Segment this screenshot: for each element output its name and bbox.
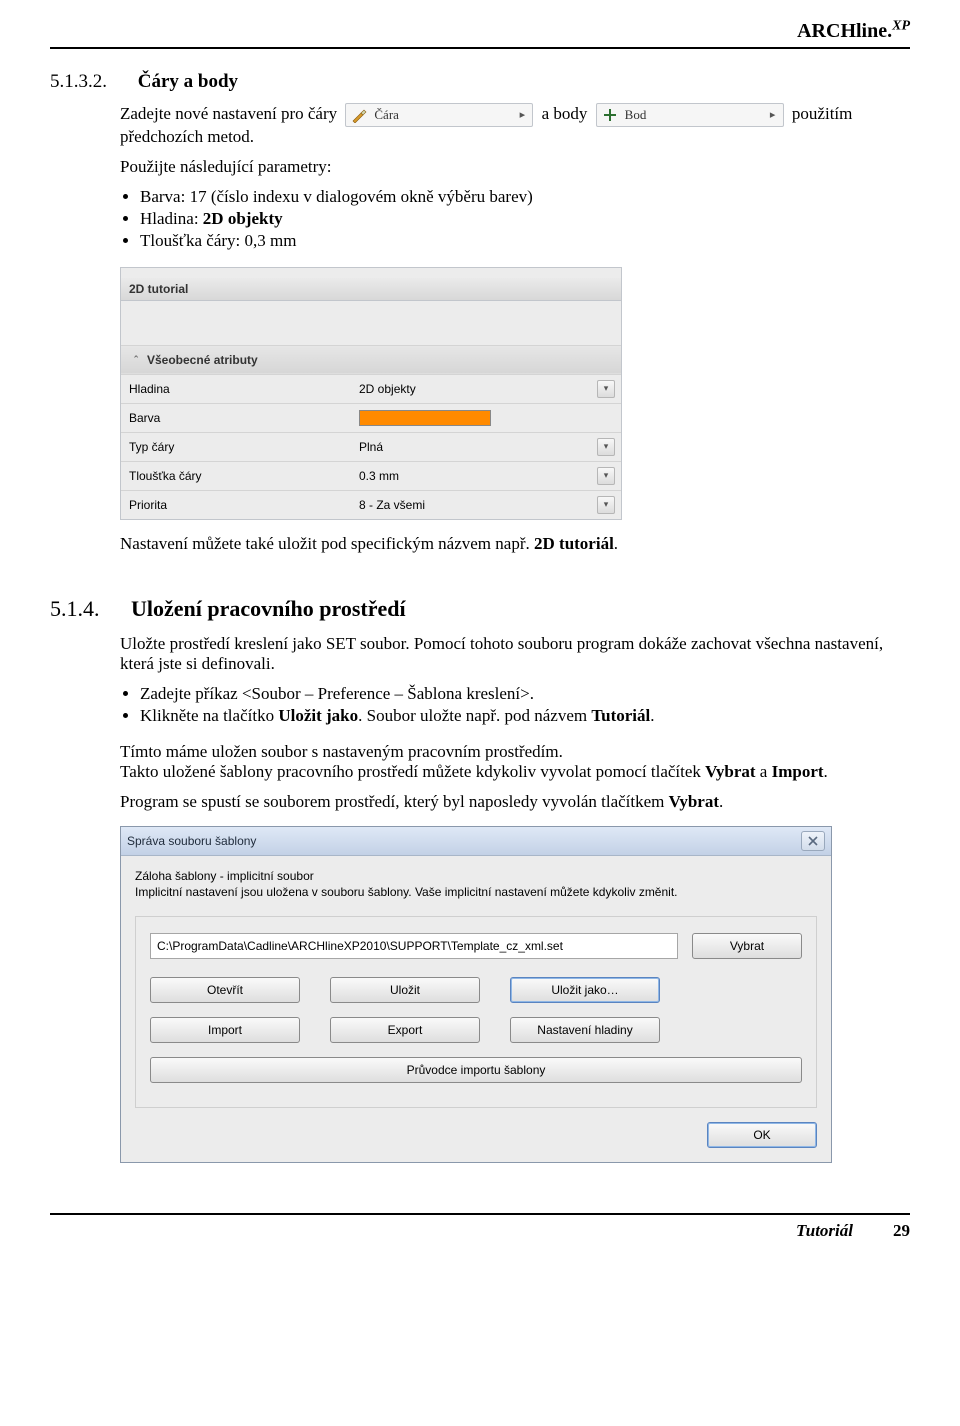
dialog-title: Správa souboru šablony [127, 834, 256, 848]
para-intro-tools: Zadejte nové nastavení pro čáry Čára ▸ a… [120, 103, 910, 147]
section-number: 5.1.4. [50, 596, 100, 621]
pruvodce-importu-button[interactable]: Průvodce importu šablony [150, 1057, 802, 1083]
attr-value: Plná [359, 440, 383, 454]
color-swatch[interactable] [359, 410, 491, 426]
param-color: Barva: 17 (číslo indexu v dialogovém okn… [140, 187, 910, 207]
attr-row-tloustka[interactable]: Tloušťka čáry 0.3 mm ▾ [121, 461, 621, 490]
para-saved-note: Tímto máme uložen soubor s nastaveným pr… [120, 742, 910, 782]
section-title: Uložení pracovního prostředí [131, 596, 406, 621]
template-path-input[interactable] [150, 933, 678, 959]
section-header-label: Všeobecné atributy [147, 353, 258, 367]
brand: ARCHline.XP [797, 20, 910, 42]
attr-label: Typ čáry [121, 432, 351, 461]
bod-toolbar-button[interactable]: Bod ▸ [596, 103, 784, 127]
attr-value: 0.3 mm [359, 469, 399, 483]
attr-row-priorita[interactable]: Priorita 8 - Za všemi ▾ [121, 490, 621, 519]
cara-label: Čára [374, 107, 514, 123]
template-manager-dialog: Správa souboru šablony Záloha šablony - … [120, 826, 832, 1163]
attr-row-typ[interactable]: Typ čáry Plná ▾ [121, 432, 621, 461]
close-icon [808, 836, 818, 846]
brand-sup: XP [892, 18, 910, 33]
attr-value: 8 - Za všemi [359, 498, 425, 512]
para-save-env: Uložte prostředí kreslení jako SET soubo… [120, 634, 910, 674]
dialog-description: Záloha šablony - implicitní soubor Impli… [135, 868, 817, 900]
close-button[interactable] [801, 831, 825, 851]
page-header: ARCHline.XP [50, 0, 910, 49]
dropdown-icon: ▸ [765, 108, 781, 121]
para-use-params: Použijte následující parametry: [120, 157, 910, 177]
step-save-as: Klikněte na tlačítko Uložit jako. Soubor… [140, 706, 910, 726]
section-number: 5.1.3.2. [50, 71, 107, 92]
para-save-name: Nastavení můžete také uložit pod specifi… [120, 534, 910, 554]
text: Zadejte nové nastavení pro čáry [120, 104, 337, 123]
section-5-1-3-2-title: 5.1.3.2. Čáry a body [50, 71, 910, 93]
nastaveni-hladiny-button[interactable]: Nastavení hladiny [510, 1017, 660, 1043]
attributes-section-header[interactable]: ˆ Všeobecné atributy [121, 345, 621, 374]
section-title: Čáry a body [138, 71, 238, 92]
attr-label: Priorita [121, 490, 351, 519]
dropdown-icon[interactable]: ▾ [597, 438, 615, 456]
plus-icon [601, 106, 619, 124]
import-button[interactable]: Import [150, 1017, 300, 1043]
panel-tab-title: 2D tutorial [121, 278, 621, 301]
vybrat-button[interactable]: Vybrat [692, 933, 802, 959]
para-launch-note: Program se spustí se souborem prostředí,… [120, 792, 910, 812]
param-thickness: Tloušťka čáry: 0,3 mm [140, 231, 910, 251]
collapse-icon: ˆ [129, 355, 143, 367]
attr-label: Barva [121, 403, 351, 432]
dropdown-icon[interactable]: ▾ [597, 467, 615, 485]
ulozit-button[interactable]: Uložit [330, 977, 480, 1003]
section-5-1-4-title: 5.1.4. Uložení pracovního prostředí [50, 596, 910, 622]
steps-list: Zadejte příkaz <Soubor – Preference – Ša… [120, 684, 910, 726]
attributes-panel: 2D tutorial ˆ Všeobecné atributy Hladina … [120, 267, 622, 520]
path-row: Vybrat [150, 933, 802, 959]
bod-label: Bod [625, 107, 765, 123]
footer-title: Tutoriál [796, 1221, 853, 1241]
otevrit-button[interactable]: Otevřít [150, 977, 300, 1003]
text: a body [542, 104, 588, 123]
page-number: 29 [893, 1221, 910, 1241]
step-cmd: Zadejte příkaz <Soubor – Preference – Ša… [140, 684, 910, 704]
dropdown-icon: ▸ [514, 108, 530, 121]
attr-value: 2D objekty [359, 382, 416, 396]
dialog-titlebar: Správa souboru šablony [121, 827, 831, 856]
ulozit-jako-button[interactable]: Uložit jako… [510, 977, 660, 1003]
cara-toolbar-button[interactable]: Čára ▸ [345, 103, 533, 127]
dropdown-icon[interactable]: ▾ [597, 496, 615, 514]
param-list: Barva: 17 (číslo indexu v dialogovém okn… [120, 187, 910, 251]
dropdown-icon[interactable]: ▾ [597, 380, 615, 398]
ok-button[interactable]: OK [707, 1122, 817, 1148]
attr-label: Tloušťka čáry [121, 461, 351, 490]
export-button[interactable]: Export [330, 1017, 480, 1043]
attr-label: Hladina [121, 374, 351, 403]
brand-text: ARCHline. [797, 20, 892, 42]
attr-row-barva[interactable]: Barva [121, 403, 621, 432]
param-layer: Hladina: 2D objekty [140, 209, 910, 229]
pencil-icon [350, 106, 368, 124]
page-footer: Tutoriál 29 [50, 1213, 910, 1241]
attr-row-hladina[interactable]: Hladina 2D objekty ▾ [121, 374, 621, 403]
